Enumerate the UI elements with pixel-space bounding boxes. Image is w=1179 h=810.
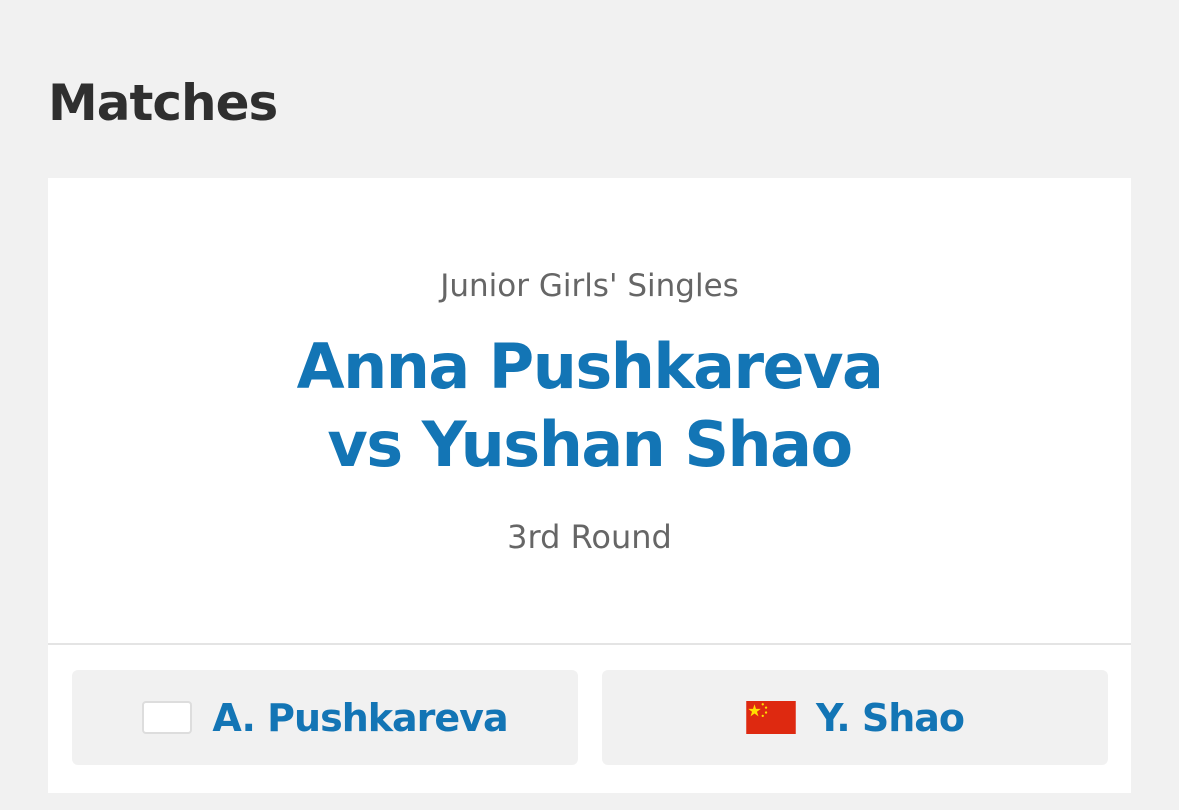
event-name: Junior Girls' Singles [440,268,739,304]
match-title-line1: Anna Pushkareva [296,330,884,403]
player-button-shao[interactable]: Y. Shao [602,670,1108,765]
player-name: A. Pushkareva [212,695,508,740]
china-flag-icon [746,701,796,734]
match-title-line2: vs Yushan Shao [327,408,853,481]
page-title: Matches [48,74,278,132]
match-title-link[interactable]: Anna Pushkareva vs Yushan Shao [48,328,1131,484]
match-card[interactable]: Junior Girls' Singles Anna Pushkareva vs… [48,178,1131,793]
match-header: Junior Girls' Singles Anna Pushkareva vs… [48,178,1131,643]
divider [48,643,1131,645]
player-button-pushkareva[interactable]: A. Pushkareva [72,670,578,765]
round-name: 3rd Round [507,518,672,556]
blank-flag-icon [142,701,193,734]
player-name: Y. Shao [815,695,965,740]
